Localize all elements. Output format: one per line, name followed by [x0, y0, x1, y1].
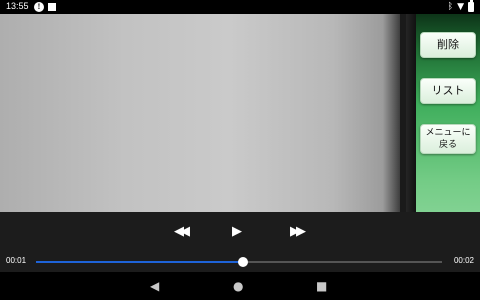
playback-controls: ◀◀ ▶ ▶▶ 00:01 00:02	[0, 212, 480, 272]
wifi-icon: ▼	[457, 2, 464, 12]
video-frame[interactable]	[0, 14, 416, 212]
bluetooth-icon: ᛒ	[447, 2, 454, 12]
info-icon: !	[34, 2, 44, 12]
seek-progress	[36, 261, 244, 263]
back-to-menu-button[interactable]: メニューに 戻る	[420, 124, 476, 154]
seek-bar[interactable]	[36, 257, 442, 267]
image-icon	[48, 3, 56, 11]
status-time: 13:55	[6, 1, 29, 11]
navigation-bar: ◀ ● ■	[0, 272, 480, 300]
rewind-icon[interactable]: ◀◀	[174, 224, 190, 240]
play-icon[interactable]: ▶	[232, 224, 242, 240]
delete-button[interactable]: 削除	[420, 32, 476, 58]
total-time: 00:02	[453, 256, 474, 265]
home-icon[interactable]: ●	[233, 278, 243, 294]
system-icons: ᛒ ▼	[447, 0, 474, 13]
list-button[interactable]: リスト	[420, 78, 476, 104]
recents-icon[interactable]: ■	[316, 278, 327, 294]
status-bar: 13:55 ! ᛒ ▼	[0, 0, 480, 14]
current-time: 00:01	[6, 256, 27, 265]
battery-icon	[468, 0, 474, 12]
fast-forward-icon[interactable]: ▶▶	[290, 224, 306, 240]
back-icon[interactable]: ◀	[150, 278, 159, 294]
seek-thumb[interactable]	[238, 257, 249, 267]
